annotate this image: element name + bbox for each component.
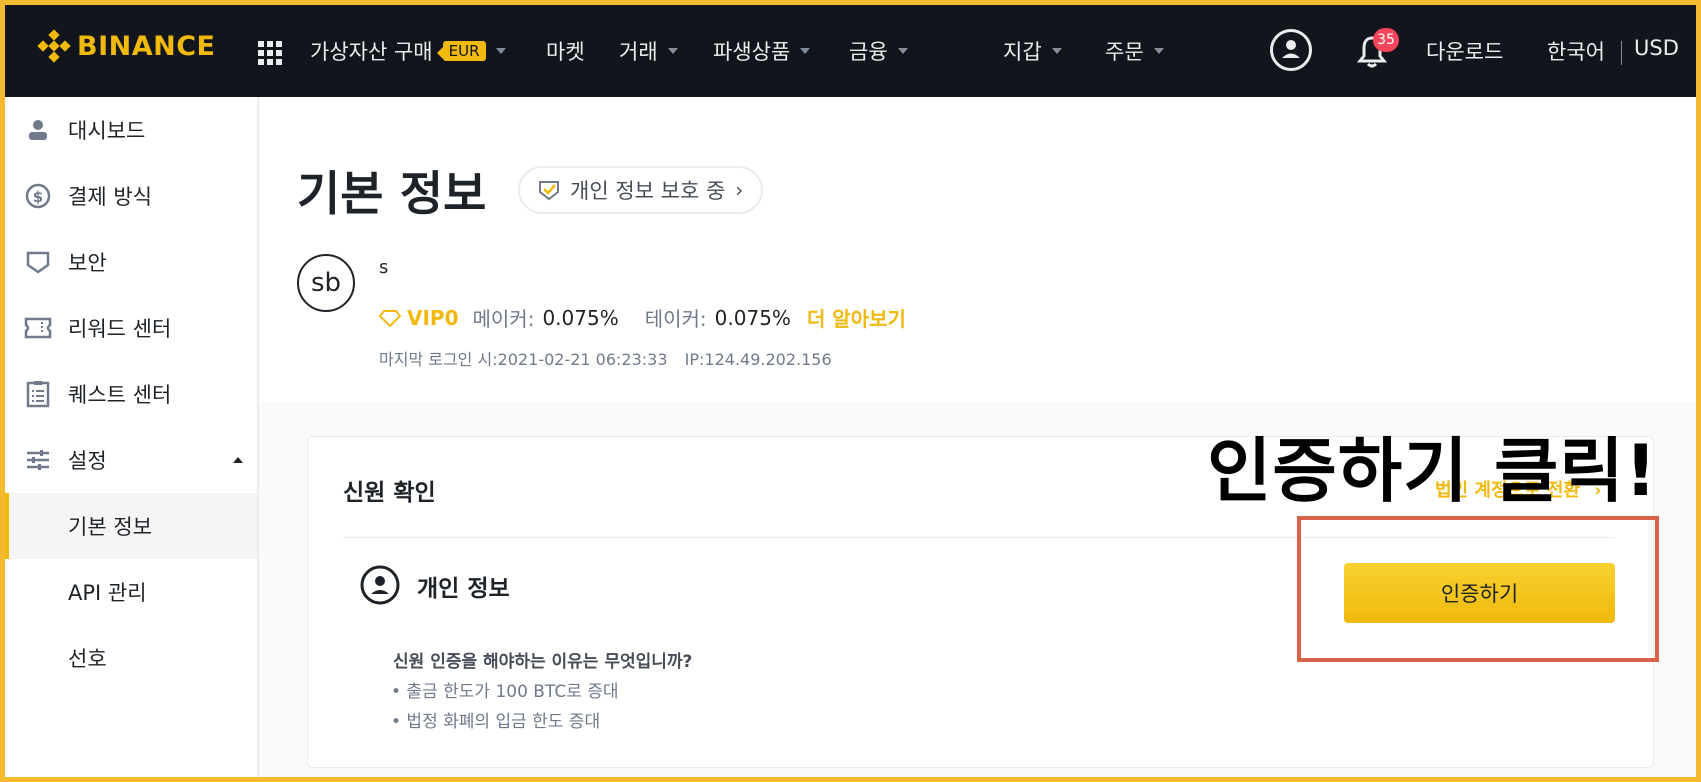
sliders-icon: [23, 445, 53, 475]
nav-buy-crypto[interactable]: 가상자산 구매 EUR: [310, 36, 506, 66]
last-login-label: 마지막 로그인 시:: [379, 350, 498, 369]
sidebar-item-label: 결제 방식: [68, 185, 152, 209]
maker-fee: 0.075%: [542, 305, 619, 330]
nav-trade[interactable]: 거래: [619, 36, 678, 66]
currency-label: USD: [1634, 36, 1679, 60]
personal-info-title: 개인 정보: [417, 576, 510, 602]
logo-text: BINANCE: [77, 30, 216, 62]
currency-selector[interactable]: USD: [1634, 36, 1679, 60]
chevron-down-icon: [897, 48, 908, 54]
diamond-icon: [379, 309, 401, 327]
benefit-item: • 출금 한도가 100 BTC로 증대: [391, 682, 619, 702]
chevron-right-icon: ›: [735, 178, 744, 202]
user-icon: [1282, 40, 1300, 58]
nav-wallet[interactable]: 지갑: [1003, 36, 1062, 66]
sidebar-item-settings[interactable]: 설정: [5, 427, 257, 493]
why-verify-heading: 신원 인증을 해야하는 이유는 무엇입니까?: [393, 652, 693, 672]
chevron-down-icon: [495, 48, 506, 54]
dollar-circle-icon: $: [23, 181, 53, 211]
nav-markets-label: 마켓: [546, 40, 585, 64]
nav-download[interactable]: 다운로드: [1426, 36, 1503, 66]
nav-orders-label: 주문: [1105, 40, 1144, 64]
screenshot-frame: BINANCE 가상자산 구매 EUR 마켓 거래 파생상품 금융 지갑 주문 …: [0, 0, 1701, 782]
avatar[interactable]: sb: [297, 254, 355, 312]
language-selector[interactable]: 한국어: [1547, 36, 1605, 66]
svg-text:$: $: [33, 188, 43, 206]
sidebar-item-payment[interactable]: $ 결제 방식: [5, 163, 257, 229]
chevron-down-icon: [667, 48, 678, 54]
sidebar-item-label: API 관리: [68, 581, 147, 605]
maker-label: 메이커:: [472, 307, 535, 331]
nav-wallet-label: 지갑: [1003, 40, 1042, 64]
account-button[interactable]: [1270, 29, 1312, 71]
clipboard-icon: [23, 379, 53, 409]
binance-logo[interactable]: BINANCE: [37, 29, 215, 63]
personal-info-icon: [360, 565, 400, 605]
sidebar-item-label: 퀘스트 센터: [68, 383, 172, 407]
taker-fee: 0.075%: [714, 305, 791, 330]
last-login-info: 마지막 로그인 시:2021-02-21 06:23:33 IP:124.49.…: [379, 346, 832, 370]
ip-label: IP:: [684, 350, 705, 369]
sidebar-item-rewards[interactable]: 리워드 센터: [5, 295, 257, 361]
nav-orders[interactable]: 주문: [1105, 36, 1164, 66]
nav-download-label: 다운로드: [1426, 40, 1504, 64]
sidebar-item-label: 설정: [68, 449, 107, 473]
last-login-time: 2021-02-21 06:23:33: [497, 350, 668, 369]
vip-level: VIP0: [407, 305, 459, 330]
taker-label: 테이커:: [644, 307, 707, 331]
sidebar-item-dashboard[interactable]: 대시보드: [5, 97, 257, 163]
nav-derivatives-label: 파생상품: [713, 40, 791, 64]
privacy-protection-button[interactable]: 개인 정보 보호 중 ›: [518, 166, 764, 214]
nav-trade-label: 거래: [619, 40, 658, 64]
top-navigation-bar: BINANCE 가상자산 구매 EUR 마켓 거래 파생상품 금융 지갑 주문 …: [5, 5, 1696, 97]
binance-diamond-icon: [37, 29, 71, 63]
nav-finance-label: 금융: [849, 40, 888, 64]
annotation-callout: 인증하기 클릭!: [1207, 430, 1658, 512]
annotation-highlight-box: [1297, 516, 1659, 662]
sidebar: 대시보드 $ 결제 방식 보안 리워드 센터 퀘스트 센터 설정 기본 정보 A…: [5, 97, 259, 777]
chevron-up-icon: [233, 457, 243, 463]
sidebar-item-quests[interactable]: 퀘스트 센터: [5, 361, 257, 427]
chevron-down-icon: [1153, 48, 1164, 54]
sidebar-item-label: 대시보드: [68, 119, 146, 143]
page-title: 기본 정보: [297, 167, 487, 222]
sidebar-item-api[interactable]: API 관리: [5, 559, 257, 625]
nav-finance[interactable]: 금융: [849, 36, 908, 66]
user-icon: [23, 115, 53, 145]
sidebar-item-preferences[interactable]: 선호: [5, 625, 257, 691]
page: BINANCE 가상자산 구매 EUR 마켓 거래 파생상품 금융 지갑 주문 …: [5, 5, 1696, 777]
ip-address: 124.49.202.156: [704, 350, 832, 369]
sidebar-item-label: 선호: [68, 647, 107, 671]
nav-markets[interactable]: 마켓: [546, 36, 585, 66]
sidebar-item-label: 리워드 센터: [68, 317, 172, 341]
notification-count-badge: 35: [1373, 28, 1399, 52]
privacy-label: 개인 정보 보호 중: [570, 179, 726, 203]
username: s: [379, 257, 389, 278]
learn-more-link[interactable]: 더 알아보기: [807, 303, 906, 332]
language-label: 한국어: [1547, 40, 1605, 64]
shield-icon: [23, 247, 53, 277]
benefit-item: • 법정 화폐의 입금 한도 증대: [391, 712, 601, 732]
sidebar-item-basic-info[interactable]: 기본 정보: [5, 493, 257, 559]
sidebar-item-security[interactable]: 보안: [5, 229, 257, 295]
nav-buy-crypto-label: 가상자산 구매: [310, 40, 433, 64]
fee-tier-row: VIP0 메이커: 0.075% 테이커: 0.075% 더 알아보기: [379, 303, 906, 332]
nav-divider: [1621, 41, 1622, 65]
ticket-icon: [23, 313, 53, 343]
chevron-down-icon: [800, 48, 811, 54]
sidebar-item-label: 기본 정보: [68, 515, 152, 539]
apps-grid-icon[interactable]: [258, 41, 282, 65]
shield-check-icon: [539, 181, 559, 201]
nav-derivatives[interactable]: 파생상품: [713, 36, 811, 66]
sidebar-item-label: 보안: [68, 251, 107, 275]
currency-badge: EUR: [436, 41, 486, 61]
identity-verification-title: 신원 확인: [343, 480, 436, 506]
chevron-down-icon: [1051, 48, 1062, 54]
